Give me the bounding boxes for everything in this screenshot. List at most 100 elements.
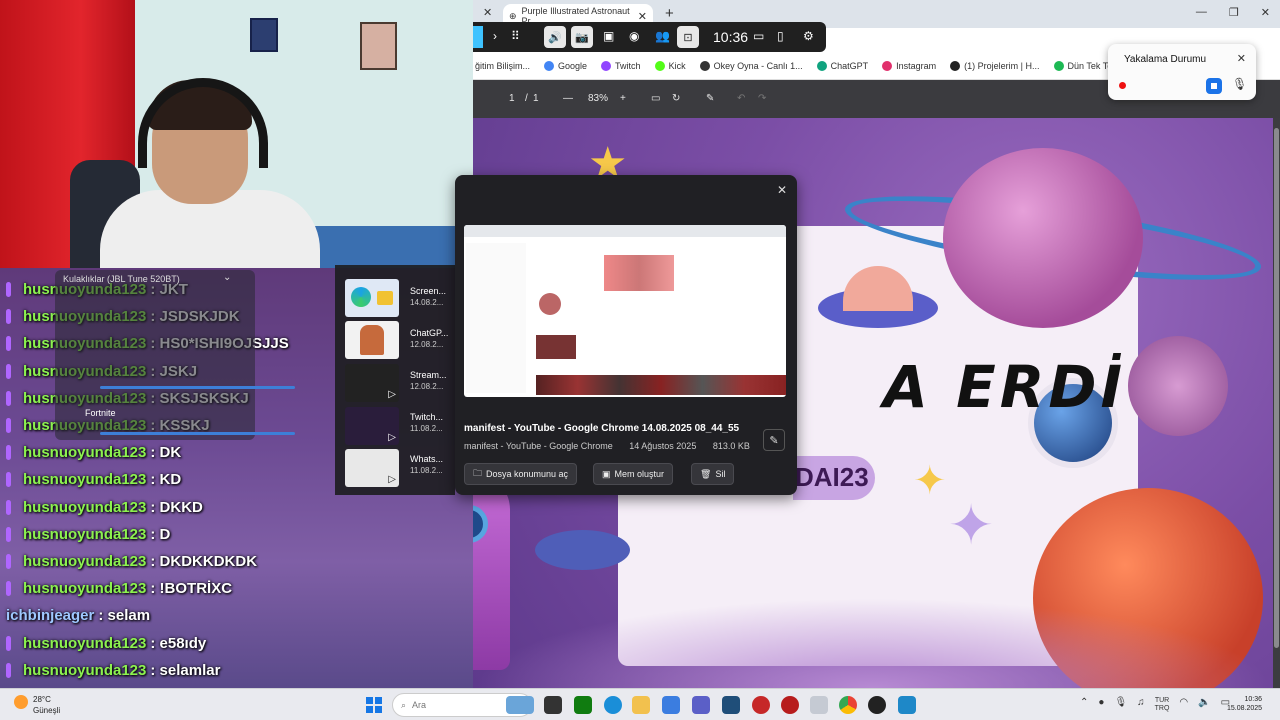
maximize-icon[interactable]: ❐ <box>1229 6 1239 19</box>
capture-thumbnail[interactable] <box>345 279 399 317</box>
speaker-icon[interactable]: 🔊 <box>544 26 566 48</box>
audio-device-label: Kulaklıklar (JBL Tune 520BT) <box>63 274 180 284</box>
thumbnail-date: 11.08.2... <box>410 466 443 475</box>
redo-icon[interactable]: ↷ <box>758 93 766 104</box>
chat-username[interactable]: husnuoyunda123 <box>23 471 146 488</box>
capture-thumbnail[interactable]: ▷ <box>345 407 399 445</box>
close-icon[interactable]: ✕ <box>1261 6 1270 19</box>
app-icon[interactable] <box>868 696 886 714</box>
annotate-icon[interactable]: ✎ <box>706 93 714 104</box>
close-icon[interactable]: ✕ <box>483 6 492 19</box>
gear-icon[interactable]: ⚙ <box>803 29 814 43</box>
bookmark-item[interactable]: Okey Oyna - Canlı 1... <box>699 60 803 71</box>
screenshot-preview-image[interactable] <box>464 225 786 397</box>
people-icon[interactable]: 👥 <box>655 29 670 43</box>
undo-icon[interactable]: ↶ <box>737 93 745 104</box>
close-icon[interactable]: ✕ <box>777 183 787 197</box>
volume-icon[interactable]: 🔈 <box>1198 697 1210 713</box>
store-icon[interactable] <box>722 696 740 714</box>
taskbar-clock[interactable]: 10:36 15.08.2025 <box>1227 695 1262 713</box>
open-location-button[interactable]: 🗀 Dosya konumunu aç <box>464 463 578 485</box>
chevron-right-icon[interactable]: › <box>493 29 497 43</box>
chat-username[interactable]: husnuoyunda123 <box>23 635 146 652</box>
app-icon[interactable] <box>810 696 828 714</box>
thumbnail-date: 14.08.2... <box>410 298 444 307</box>
app-icon[interactable] <box>898 696 916 714</box>
page-current[interactable]: 1 <box>509 93 515 104</box>
wifi-icon[interactable]: ◠ <box>1179 697 1188 713</box>
zoom-in-button[interactable]: + <box>620 93 626 104</box>
chat-username[interactable]: husnuoyunda123 <box>23 580 146 597</box>
bookmark-item[interactable]: ChatGPT <box>816 60 868 71</box>
chat-text: : selamlar <box>150 661 221 679</box>
weather-icon <box>14 695 28 709</box>
edit-icon[interactable]: ✎ <box>763 429 785 451</box>
language-indicator[interactable]: TUR TRQ <box>1155 697 1170 713</box>
stop-button[interactable] <box>1206 78 1222 94</box>
close-icon[interactable]: ✕ <box>1237 52 1246 65</box>
bookmark-item[interactable]: Instagram <box>882 60 936 71</box>
browser-icon[interactable]: ◉ <box>629 29 639 43</box>
weather-widget[interactable]: 28°C Güneşli <box>33 694 60 716</box>
chevron-down-icon[interactable]: ⌄ <box>223 272 231 283</box>
volume-slider[interactable] <box>100 386 295 389</box>
file-explorer-icon[interactable] <box>632 696 650 714</box>
app-icon[interactable] <box>781 696 799 714</box>
headset-icon[interactable]: ♫ <box>1137 697 1145 713</box>
new-tab-icon[interactable]: + <box>665 5 674 22</box>
edge-icon[interactable] <box>604 696 622 714</box>
capture-thumbnail[interactable]: ▷ <box>345 364 399 402</box>
bookmark-favicon-icon <box>1053 60 1064 71</box>
chat-badge-icon <box>6 418 11 433</box>
create-meme-button[interactable]: ▣ Mem oluştur <box>593 463 674 485</box>
camera-icon[interactable]: 📷 <box>571 26 593 48</box>
chat-message: husnuoyunda123 : !BOTRİXC <box>6 575 232 602</box>
minimize-icon[interactable]: — <box>1196 6 1207 19</box>
volume-slider[interactable] <box>100 432 295 435</box>
certificate-heading: A ERDİ <box>883 353 1127 421</box>
chat-username[interactable]: husnuoyunda123 <box>23 499 146 516</box>
windows-start-icon[interactable] <box>366 697 382 713</box>
capture-icon[interactable]: ⊡ <box>677 26 699 48</box>
chat-username[interactable]: husnuoyunda123 <box>23 553 146 570</box>
copilot-icon[interactable] <box>662 696 680 714</box>
teams-icon[interactable] <box>692 696 710 714</box>
clock-date: 15.08.2025 <box>1227 705 1263 712</box>
bookmark-item[interactable]: Google <box>544 60 587 71</box>
close-icon[interactable]: ✕ <box>638 10 647 23</box>
app-tray-icon[interactable]: ● <box>1098 697 1104 713</box>
chat-username[interactable]: ichbinjeager <box>6 607 94 624</box>
bed <box>300 226 473 268</box>
zoom-out-button[interactable]: — <box>563 93 573 104</box>
screen-icon[interactable]: ▣ <box>603 29 614 43</box>
task-view-icon[interactable] <box>544 696 562 714</box>
capture-thumbnail[interactable]: ▷ <box>345 449 399 487</box>
poster <box>250 18 278 52</box>
fit-page-icon[interactable]: ▭ <box>651 93 660 104</box>
controller-icon[interactable]: ▯ <box>777 29 784 43</box>
chat-username[interactable]: husnuoyunda123 <box>23 444 146 461</box>
rotate-icon[interactable]: ↻ <box>672 93 680 104</box>
chat-message: husnuoyunda123 : DKKD <box>6 494 203 521</box>
grid-icon[interactable]: ⠿ <box>511 29 520 43</box>
scrollbar-thumb[interactable] <box>1274 128 1279 648</box>
preview-banner <box>604 255 674 291</box>
bookmark-item[interactable]: (1) Projelerim | H... <box>950 60 1040 71</box>
bookmark-item[interactable]: Kick <box>654 60 686 71</box>
app-icon[interactable] <box>752 696 770 714</box>
microphone-icon[interactable]: 🎙 <box>1114 697 1127 713</box>
zoom-level[interactable]: 83% <box>588 93 608 104</box>
bookmark-item[interactable]: ğitim Bilişim... <box>475 61 530 71</box>
chat-badge-icon <box>6 581 11 597</box>
xbox-icon[interactable] <box>574 696 592 714</box>
scrollbar[interactable] <box>1273 118 1280 688</box>
bookmark-item[interactable]: Twitch <box>601 60 641 71</box>
capture-thumbnail[interactable] <box>345 321 399 359</box>
microphone-icon[interactable]: 🎙 <box>1232 77 1247 91</box>
delete-button[interactable]: 🗑 Sil <box>691 463 735 485</box>
chat-username[interactable]: husnuoyunda123 <box>23 662 146 679</box>
chat-username[interactable]: husnuoyunda123 <box>23 526 146 543</box>
widgets-icon[interactable] <box>506 696 534 714</box>
chevron-up-icon[interactable]: ⌃ <box>1080 697 1088 713</box>
chrome-icon[interactable] <box>839 696 857 714</box>
